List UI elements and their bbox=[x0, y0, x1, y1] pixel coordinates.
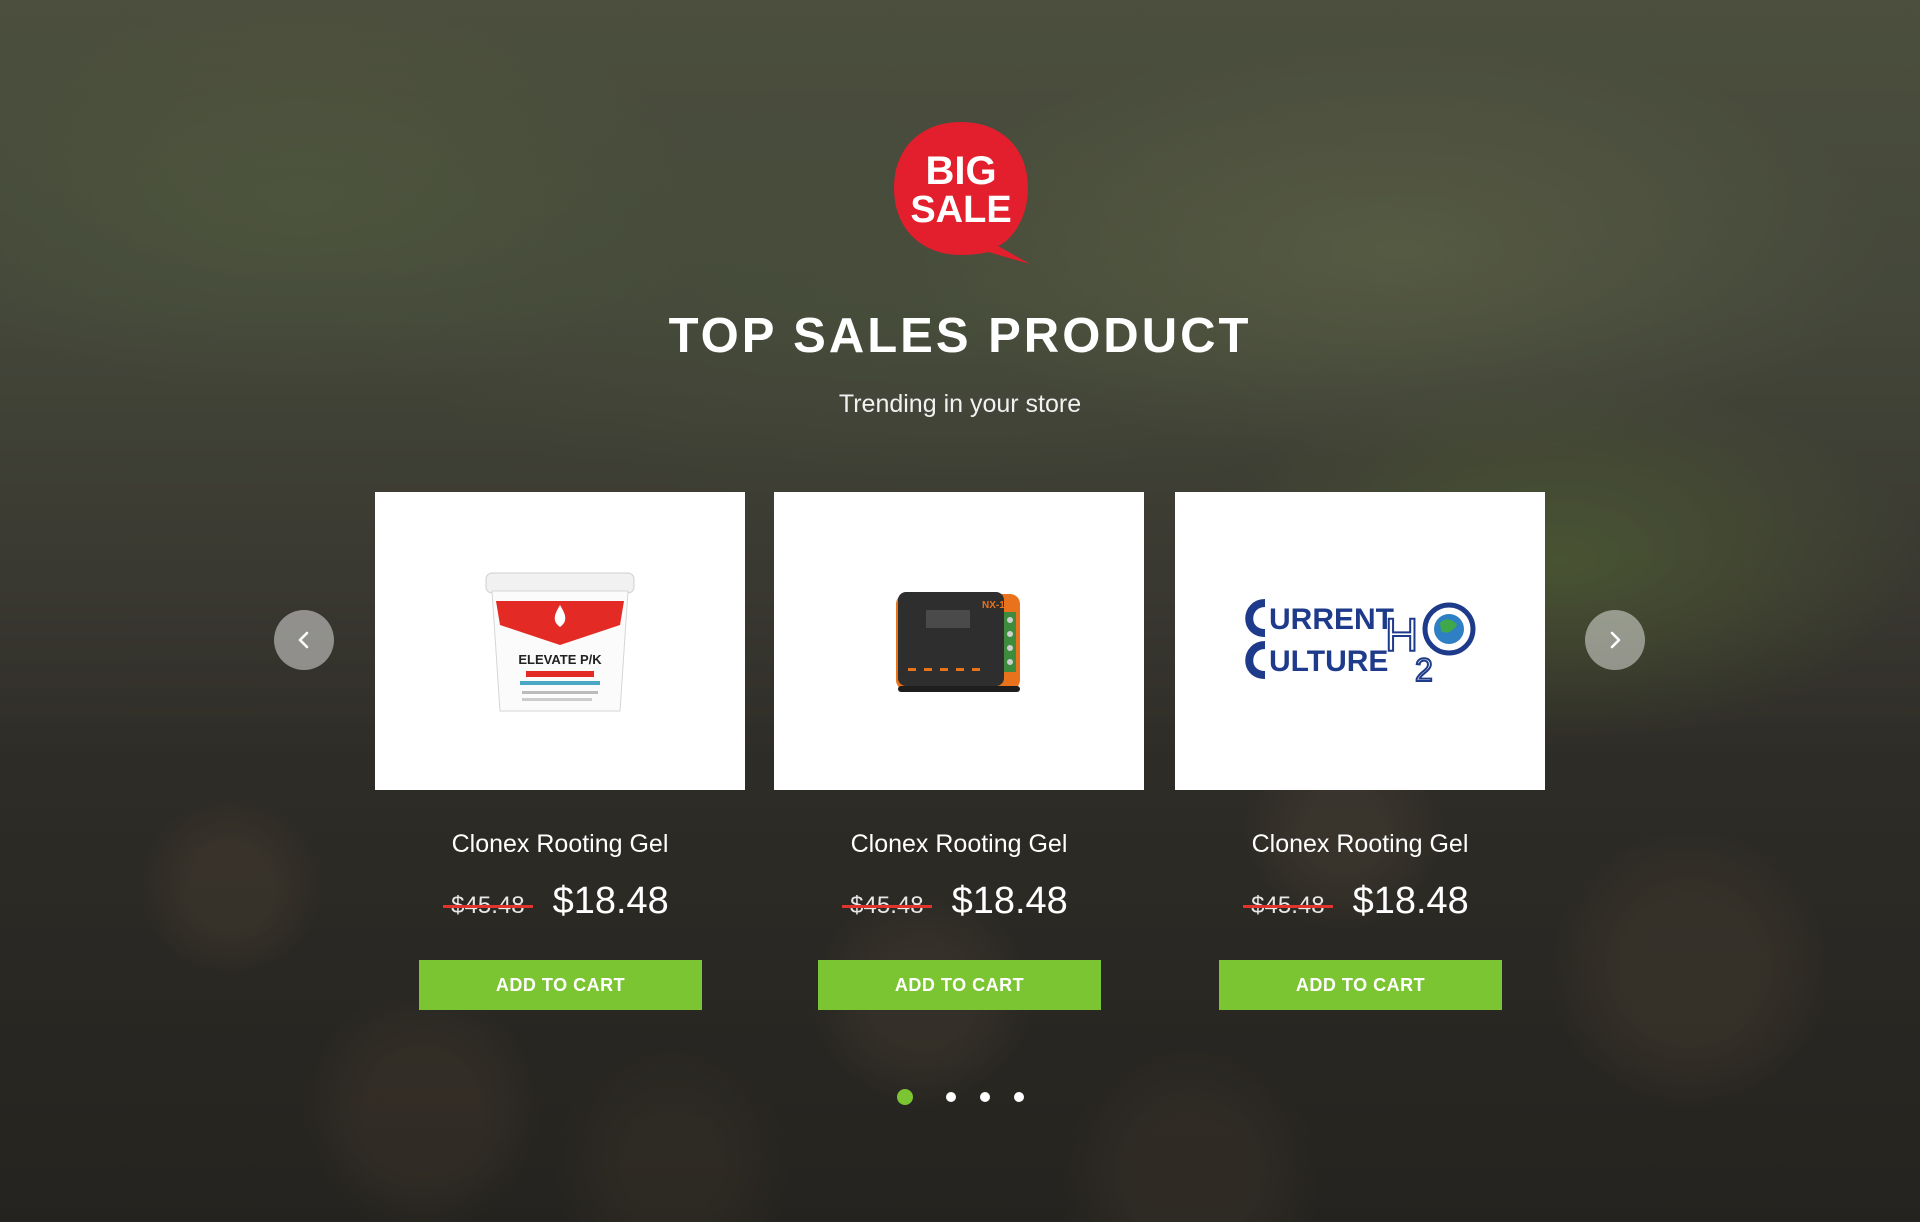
carousel-prev-button[interactable] bbox=[274, 610, 334, 670]
new-price-1: $18.48 bbox=[552, 880, 669, 922]
price-row-1: $45.48 $18.48 bbox=[375, 880, 745, 923]
price-row-3: $45.48 $18.48 bbox=[1175, 880, 1545, 923]
logo-2: 2 bbox=[1415, 652, 1433, 688]
controller-device-illustration: NX-1 bbox=[896, 592, 1020, 692]
carousel-pagination bbox=[0, 1087, 1920, 1107]
product-name-3[interactable]: Clonex Rooting Gel bbox=[1175, 830, 1545, 859]
old-price-2: $45.48 bbox=[850, 892, 924, 919]
pagination-dot-2[interactable] bbox=[946, 1092, 956, 1102]
big-sale-badge-graphic: BIG SALE bbox=[894, 122, 1030, 264]
top-sales-section: BIG SALE TOP SALES PRODUCT Trending in y… bbox=[0, 0, 1920, 1222]
add-to-cart-button-1[interactable]: ADD TO CART bbox=[419, 960, 702, 1010]
chevron-right-icon bbox=[1610, 631, 1621, 649]
logo-h: H bbox=[1385, 609, 1418, 661]
old-price-3: $45.48 bbox=[1251, 892, 1325, 919]
old-price-1: $45.48 bbox=[451, 892, 525, 919]
new-price-3: $18.48 bbox=[1352, 880, 1469, 922]
pagination-dot-4[interactable] bbox=[1014, 1092, 1024, 1102]
product-image-2[interactable]: NX-1 bbox=[774, 492, 1144, 790]
logo-word-1: URRENT bbox=[1269, 603, 1394, 636]
pagination-dot-1[interactable] bbox=[897, 1089, 913, 1105]
pagination-dot-3[interactable] bbox=[980, 1092, 990, 1102]
device-label: NX-1 bbox=[982, 600, 1005, 611]
big-sale-badge: BIG SALE bbox=[888, 118, 1034, 264]
add-to-cart-button-2[interactable]: ADD TO CART bbox=[818, 960, 1101, 1010]
chevron-left-icon bbox=[298, 631, 309, 649]
bucket-label: ELEVATE P/K bbox=[518, 652, 602, 667]
product-name-1[interactable]: Clonex Rooting Gel bbox=[375, 830, 745, 859]
new-price-2: $18.48 bbox=[951, 880, 1068, 922]
section-title: TOP SALES PRODUCT bbox=[668, 309, 1252, 363]
product-name-2[interactable]: Clonex Rooting Gel bbox=[774, 830, 1144, 859]
bucket-product-illustration: ELEVATE P/K bbox=[485, 572, 635, 712]
logo-word-2: ULTURE bbox=[1269, 645, 1388, 678]
product-image-3[interactable]: URRENT ULTURE H 2 bbox=[1175, 492, 1545, 790]
current-culture-logo: URRENT ULTURE H 2 bbox=[1245, 599, 1476, 689]
section-subtitle: Trending in your store bbox=[838, 390, 1082, 418]
carousel-next-button[interactable] bbox=[1585, 610, 1645, 670]
badge-line2: SALE bbox=[910, 189, 1011, 231]
badge-line1: BIG bbox=[925, 149, 996, 193]
price-row-2: $45.48 $18.48 bbox=[774, 880, 1144, 923]
add-to-cart-button-3[interactable]: ADD TO CART bbox=[1219, 960, 1502, 1010]
product-image-1[interactable]: ELEVATE P/K bbox=[375, 492, 745, 790]
